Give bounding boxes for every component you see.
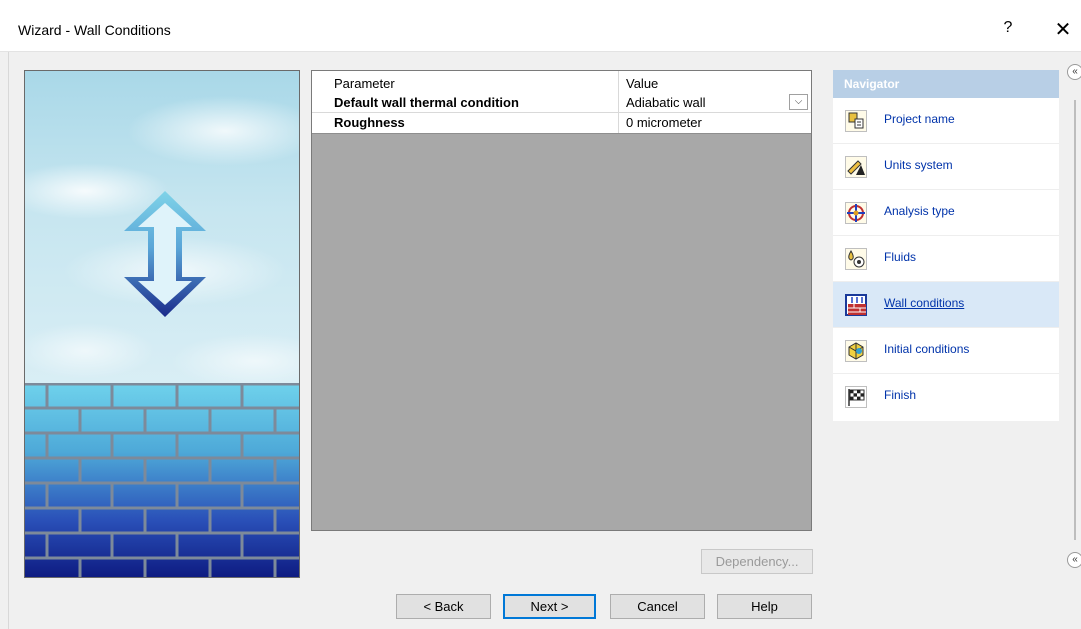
nav-item-label: Fluids (884, 250, 917, 264)
nav-item-label: Wall conditions (884, 296, 965, 310)
nav-item-label: Analysis type (884, 204, 955, 218)
nav-item-wall-conditions[interactable]: Wall conditions (833, 282, 1059, 328)
help-button[interactable]: Help (717, 594, 812, 619)
initial-conditions-icon (845, 340, 867, 362)
project-name-icon (845, 110, 867, 132)
wall-conditions-illustration (24, 70, 300, 578)
nav-item-label: Initial conditions (884, 342, 970, 356)
parameter-label: Roughness (334, 115, 405, 130)
nav-item-label: Finish (884, 388, 917, 402)
nav-item-analysis-type[interactable]: Analysis type (833, 190, 1059, 236)
next-button[interactable]: Next > (503, 594, 596, 619)
units-system-icon (845, 156, 867, 178)
chevron-down-icon[interactable]: ⌵ (789, 94, 808, 110)
table-row-wall-thermal-condition[interactable]: Default wall thermal condition Adiabatic… (312, 93, 811, 113)
title-bar: Wizard - Wall Conditions ? ✕ (0, 0, 1081, 52)
navigator-title: Navigator (833, 70, 1059, 98)
collapse-panel-icon[interactable]: « (1067, 552, 1081, 568)
navigator-scrollbar[interactable] (1074, 100, 1076, 540)
parameter-table: Parameter Value Default wall thermal con… (312, 71, 811, 134)
window-title: Wizard - Wall Conditions (18, 22, 171, 38)
dependency-button[interactable]: Dependency... (701, 549, 813, 574)
parameter-grid: Parameter Value Default wall thermal con… (311, 70, 812, 531)
parameter-label: Default wall thermal condition (334, 95, 519, 110)
fluids-icon (845, 248, 867, 270)
column-divider (618, 71, 619, 93)
nav-item-fluids[interactable]: Fluids (833, 236, 1059, 282)
nav-item-label: Project name (884, 112, 955, 126)
table-header-row: Parameter Value (312, 71, 811, 93)
column-divider (618, 93, 619, 113)
column-divider (618, 113, 619, 133)
nav-item-project-name[interactable]: Project name (833, 98, 1059, 144)
roughness-field[interactable]: 0 micrometer (626, 113, 702, 133)
navigator-panel: Navigator Project name Units system Anal… (833, 70, 1059, 421)
collapse-navigator-icon[interactable]: « (1067, 64, 1081, 80)
nav-item-units-system[interactable]: Units system (833, 144, 1059, 190)
window-frame (8, 52, 9, 629)
nav-item-finish[interactable]: Finish (833, 374, 1059, 420)
nav-item-initial-conditions[interactable]: Initial conditions (833, 328, 1059, 374)
brick-wall-graphic (25, 383, 299, 577)
nav-item-label: Units system (884, 158, 953, 172)
table-row-roughness[interactable]: Roughness 0 micrometer (312, 113, 811, 133)
close-icon[interactable]: ✕ (1052, 17, 1074, 41)
wall-condition-select[interactable]: Adiabatic wall (626, 93, 706, 113)
cancel-button[interactable]: Cancel (610, 594, 705, 619)
help-icon[interactable]: ? (998, 19, 1018, 41)
finish-flag-icon (845, 386, 867, 408)
wall-conditions-icon (845, 294, 867, 316)
back-button[interactable]: < Back (396, 594, 491, 619)
heat-transfer-arrow-icon (124, 191, 206, 317)
analysis-type-icon (845, 202, 867, 224)
